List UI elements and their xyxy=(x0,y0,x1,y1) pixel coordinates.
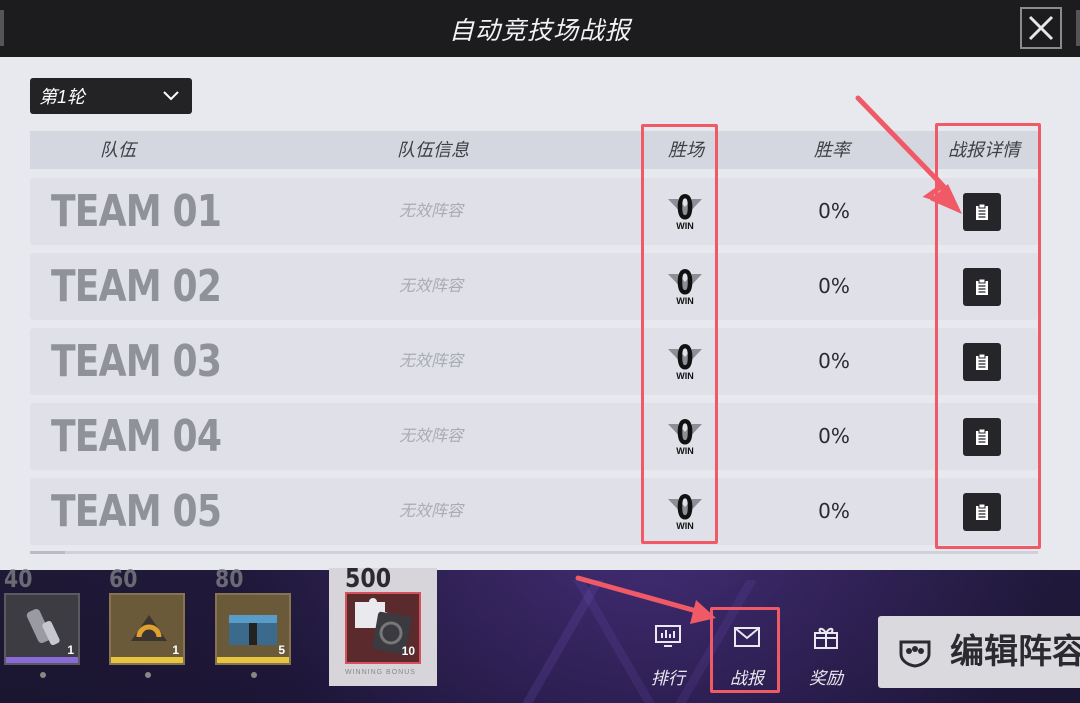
team-name: TEAM 01 xyxy=(51,186,222,237)
nav-rewards-button[interactable]: 奖励 xyxy=(798,620,854,690)
details-column-highlight xyxy=(935,123,1041,549)
team-info: 无效阵容 xyxy=(399,428,464,445)
close-button[interactable] xyxy=(1020,7,1062,49)
team-icon xyxy=(899,640,931,668)
table-row: TEAM 05 无效阵容 0 WIN 0% xyxy=(30,478,1038,545)
team-name: TEAM 05 xyxy=(51,486,222,537)
round-dropdown[interactable]: 第1轮 xyxy=(30,78,192,114)
edit-lineup-label: 编辑阵容 xyxy=(950,633,1080,671)
table-row: TEAM 04 无效阵容 0 WIN 0% xyxy=(30,403,1038,470)
win-rate: 0% xyxy=(818,349,850,373)
reward-threshold: 80 xyxy=(215,565,244,593)
team-name: TEAM 02 xyxy=(51,261,222,312)
team-info: 无效阵容 xyxy=(399,203,464,220)
magnet-icon xyxy=(131,615,167,641)
team-name: TEAM 03 xyxy=(51,336,222,387)
team-info: 无效阵容 xyxy=(399,278,464,295)
win-rate: 0% xyxy=(818,499,850,523)
battle-report-panel: 第1轮 队伍 队伍信息 胜场 胜率 战报详情 TEAM 01 无效阵容 0 WI… xyxy=(0,57,1080,570)
header-team-info: 队伍信息 xyxy=(397,140,469,160)
title-bar: 自动竞技场战报 xyxy=(0,0,1080,57)
nav-ranking-button[interactable]: 排行 xyxy=(640,620,696,690)
scrollbar-thumb[interactable] xyxy=(30,551,65,554)
win-rate: 0% xyxy=(818,424,850,448)
table-row: TEAM 03 无效阵容 0 WIN 0% xyxy=(30,328,1038,395)
big-reward-tier: 500 10 WINNING BONUS xyxy=(329,564,437,686)
team-info: 无效阵容 xyxy=(399,503,464,520)
reward-threshold: 60 xyxy=(109,565,138,593)
table-row: TEAM 02 无效阵容 0 WIN 0% xyxy=(30,253,1038,320)
round-dropdown-value: 第1轮 xyxy=(39,87,86,107)
progress-dot xyxy=(145,672,151,678)
leaderboard-icon xyxy=(655,625,681,647)
grenade-icon xyxy=(26,608,60,646)
win-rate: 0% xyxy=(818,199,850,223)
reward-threshold: 500 xyxy=(345,564,392,594)
table-scrollbar[interactable] xyxy=(30,551,1038,554)
reward-caption: WINNING BONUS xyxy=(345,669,416,676)
reward-item-slot[interactable]: 10 xyxy=(345,592,421,664)
rarity-bar xyxy=(111,657,183,663)
team-name: TEAM 04 xyxy=(51,411,222,462)
header-team: 队伍 xyxy=(100,140,136,160)
window-title: 自动竞技场战报 xyxy=(448,16,631,45)
reward-item-slot[interactable]: 1 xyxy=(109,593,185,665)
nav-rewards-label: 奖励 xyxy=(809,669,843,688)
reward-item-slot[interactable]: 5 xyxy=(215,593,291,665)
win-rate: 0% xyxy=(818,274,850,298)
team-info: 无效阵容 xyxy=(399,353,464,370)
reward-count: 1 xyxy=(67,643,74,657)
edit-lineup-button[interactable]: 编辑阵容 xyxy=(878,616,1080,688)
title-bar-edge-left xyxy=(0,10,4,46)
supply-box-icon xyxy=(229,615,277,645)
report-button-highlight xyxy=(710,607,780,693)
reward-count: 10 xyxy=(401,644,415,658)
nav-ranking-label: 排行 xyxy=(651,669,685,688)
reward-count: 1 xyxy=(172,643,179,657)
progress-dot xyxy=(40,672,46,678)
progress-dot xyxy=(251,672,257,678)
gift-icon xyxy=(814,627,838,649)
rarity-bar xyxy=(217,657,289,663)
close-icon xyxy=(1028,15,1054,41)
wins-column-highlight xyxy=(641,124,718,544)
reward-threshold: 40 xyxy=(4,565,33,593)
header-win-rate: 胜率 xyxy=(814,140,850,160)
table-row: TEAM 01 无效阵容 0 WIN 0% xyxy=(30,178,1038,245)
reward-item-slot[interactable]: 1 xyxy=(4,593,80,665)
rarity-bar xyxy=(6,657,78,663)
table-header: 队伍 队伍信息 胜场 胜率 战报详情 xyxy=(30,131,1038,169)
reward-count: 5 xyxy=(278,643,285,657)
chevron-down-icon xyxy=(163,91,179,101)
title-bar-edge-right xyxy=(1076,10,1080,46)
